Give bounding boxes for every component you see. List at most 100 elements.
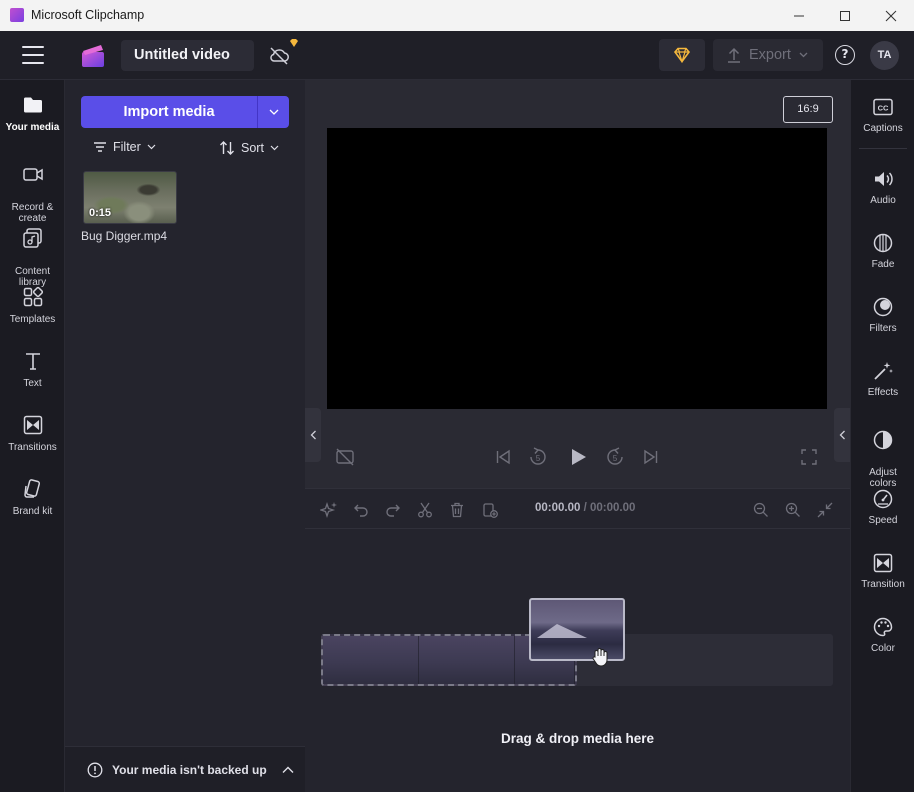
timeline-frame	[419, 636, 515, 684]
import-options-button[interactable]	[257, 96, 289, 128]
split-button[interactable]	[415, 500, 435, 520]
brand-kit-icon	[23, 479, 40, 498]
collapse-right-panel-button[interactable]	[834, 408, 850, 462]
sidebar-item-label: Content library	[14, 266, 51, 288]
skip-back-icon	[496, 449, 510, 465]
export-button[interactable]: Export	[713, 39, 823, 71]
property-effects[interactable]: Effects	[851, 360, 914, 398]
chevron-down-icon	[269, 109, 278, 115]
delete-button[interactable]	[447, 500, 467, 520]
transitions-icon	[23, 415, 42, 435]
fullscreen-button[interactable]	[798, 446, 820, 468]
property-fade[interactable]: Fade	[851, 232, 914, 270]
property-adjust-colors[interactable]: Adjust colors	[851, 418, 914, 489]
zoom-out-button[interactable]	[751, 500, 771, 520]
zoom-in-icon	[785, 502, 800, 517]
property-captions[interactable]: CC Captions	[851, 96, 914, 134]
forward-5-button[interactable]: 5	[604, 446, 626, 468]
play-icon	[572, 449, 586, 465]
menu-icon[interactable]	[22, 46, 44, 64]
sidebar-item-content-library[interactable]: Content library	[0, 216, 65, 288]
sidebar-item-text[interactable]: Text	[0, 350, 65, 389]
premium-diamond-icon	[290, 39, 298, 47]
help-icon[interactable]: ?	[835, 45, 855, 65]
property-label: Speed	[868, 515, 898, 526]
property-color[interactable]: Color	[851, 616, 914, 654]
filter-icon	[94, 142, 106, 152]
backup-notice[interactable]: Your media isn't backed up	[65, 746, 305, 792]
window-title: Microsoft Clipchamp	[31, 8, 145, 22]
maximize-icon	[840, 10, 850, 21]
zoom-in-button[interactable]	[783, 500, 803, 520]
sidebar-item-label: Transitions	[8, 442, 57, 453]
filter-button[interactable]: Filter	[93, 140, 156, 154]
sidebar-item-your-media[interactable]: Your media	[0, 94, 65, 133]
auto-compose-button[interactable]	[319, 500, 339, 520]
hide-preview-button[interactable]	[334, 446, 356, 468]
rewind-5-button[interactable]: 5	[527, 446, 549, 468]
palette-icon	[873, 617, 893, 637]
export-label: Export	[749, 47, 791, 63]
duplicate-button[interactable]	[480, 500, 500, 520]
redo-button[interactable]	[383, 500, 403, 520]
property-filters[interactable]: Filters	[851, 296, 914, 334]
chevron-down-icon	[799, 52, 808, 58]
timeline-frame	[323, 636, 419, 684]
import-media-button[interactable]: Import media	[81, 96, 257, 128]
user-avatar[interactable]: TA	[870, 41, 899, 70]
play-button[interactable]	[567, 446, 589, 468]
chevron-up-icon	[282, 766, 294, 773]
sort-label: Sort	[241, 141, 264, 155]
sparkle-icon	[320, 501, 337, 519]
sidebar-item-label: Your media	[5, 122, 60, 133]
skip-to-end-button[interactable]	[640, 446, 662, 468]
timeline-toolbar: 00:00.00 / 00:00.00	[305, 488, 850, 529]
fit-timeline-button[interactable]	[815, 500, 835, 520]
camera-off-icon	[336, 448, 354, 466]
collapse-arrows-icon	[817, 502, 833, 518]
speedometer-icon	[873, 489, 893, 509]
property-transition[interactable]: Transition	[851, 552, 914, 590]
svg-text:CC: CC	[878, 104, 889, 113]
property-speed[interactable]: Speed	[851, 488, 914, 526]
sidebar-item-brand-kit[interactable]: Brand kit	[0, 478, 65, 517]
premium-upgrade-button[interactable]	[659, 39, 705, 71]
timeline-area[interactable]: Drag & drop media here	[305, 529, 850, 792]
current-time: 00:00.00	[535, 502, 581, 514]
app-window: Microsoft Clipchamp Untitled video Expor…	[0, 0, 914, 792]
aspect-ratio-button[interactable]: 16:9	[783, 96, 833, 123]
collapse-left-panel-button[interactable]	[305, 408, 321, 462]
scissors-icon	[418, 502, 432, 518]
project-title-field[interactable]: Untitled video	[121, 40, 254, 71]
undo-button[interactable]	[351, 500, 371, 520]
sidebar-item-templates[interactable]: Templates	[0, 286, 65, 325]
property-audio[interactable]: Audio	[851, 168, 914, 206]
sidebar-item-label: Text	[23, 378, 42, 389]
sort-icon	[220, 141, 234, 155]
property-label: Effects	[867, 387, 899, 398]
maximize-button[interactable]	[822, 0, 868, 31]
sort-button[interactable]: Sort	[219, 140, 279, 156]
folder-icon	[23, 97, 42, 113]
property-label: Fade	[871, 259, 895, 270]
fullscreen-icon	[801, 449, 817, 465]
skip-to-start-button[interactable]	[492, 446, 514, 468]
templates-icon	[23, 286, 43, 307]
minimize-button[interactable]	[776, 0, 822, 31]
sidebar-item-transitions[interactable]: Transitions	[0, 414, 65, 453]
upload-icon	[728, 47, 740, 63]
video-preview-canvas[interactable]	[327, 128, 827, 409]
speaker-icon	[875, 172, 893, 186]
info-icon	[87, 762, 103, 777]
magic-wand-icon	[874, 362, 893, 380]
camera-icon	[22, 168, 43, 181]
redo-icon	[386, 504, 400, 517]
forward-5-icon: 5	[607, 447, 623, 465]
close-button[interactable]	[868, 0, 914, 31]
sidebar-item-record-create[interactable]: Record & create	[0, 152, 65, 224]
media-thumbnail[interactable]: 0:15	[83, 171, 177, 224]
cloud-off-icon[interactable]	[268, 45, 290, 67]
sidebar-item-label: Templates	[9, 314, 56, 325]
rewind-5-icon: 5	[530, 447, 546, 465]
total-time: / 00:00.00	[583, 502, 636, 514]
